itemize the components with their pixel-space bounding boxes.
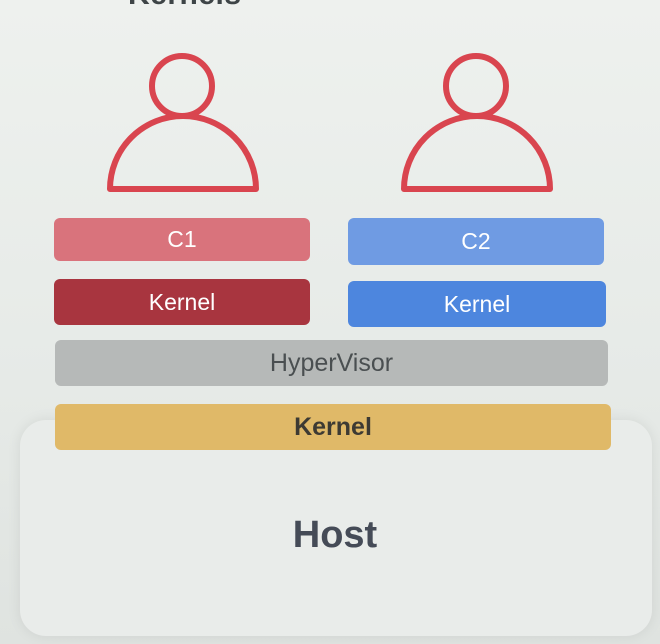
container-c1-block: C1 bbox=[54, 218, 310, 261]
host-label: Host bbox=[292, 514, 378, 556]
host-kernel-block: Kernel bbox=[55, 404, 611, 450]
container-c2-block: C2 bbox=[348, 218, 604, 265]
guest-kernel-c1-block: Kernel bbox=[54, 279, 310, 325]
hypervisor-block: HyperVisor bbox=[55, 340, 608, 386]
person-icon bbox=[106, 48, 260, 193]
person-icon bbox=[400, 48, 554, 193]
page-title: Kernels bbox=[128, 0, 242, 11]
diagram-canvas: Kernels C1 C2 Kernel Kernel HyperVisor K… bbox=[0, 0, 660, 644]
guest-kernel-c2-block: Kernel bbox=[348, 281, 606, 327]
